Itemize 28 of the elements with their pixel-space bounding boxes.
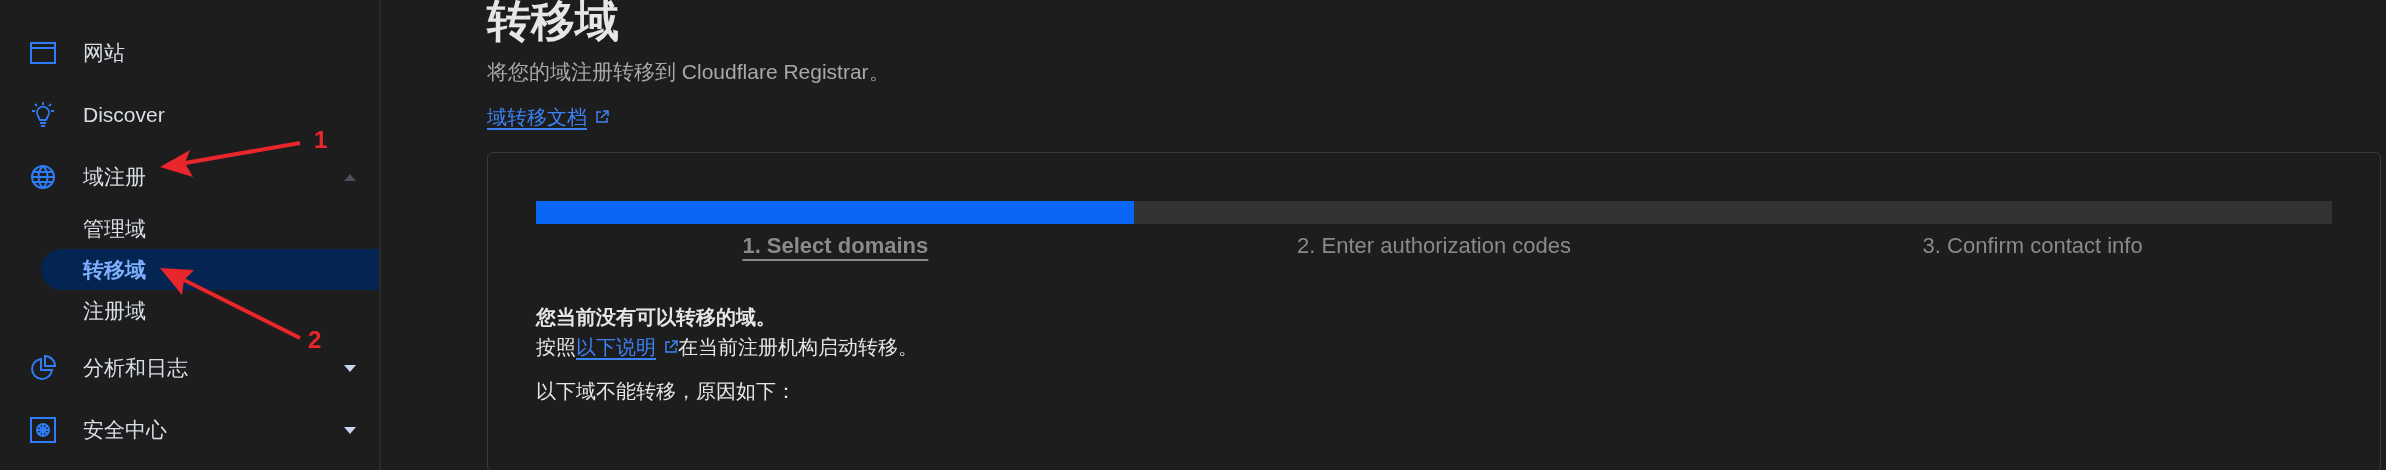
sidebar-subitem[interactable]: 注册域 (41, 290, 379, 331)
instruction-text: 在当前注册机构启动转移。 (678, 334, 918, 360)
sidebar-item[interactable]: 网站 (83, 41, 125, 65)
sidebar-item[interactable]: 安全中心 (83, 418, 167, 442)
expand-caret-icon[interactable] (343, 426, 357, 434)
sidebar-item[interactable]: 分析和日志 (83, 356, 188, 380)
sidebar-subitem[interactable]: 转移域 (41, 249, 379, 290)
notice-text: 您当前没有可以转移的域。 (536, 304, 776, 330)
reasons-heading: 以下域不能转移，原因如下： (536, 378, 796, 404)
annotation-number: 1 (314, 128, 328, 152)
globe-icon (30, 164, 56, 190)
wizard-step[interactable]: 1. Select domains (742, 225, 929, 266)
wizard-step[interactable]: 3. Confirm contact info (1922, 225, 2143, 266)
docs-link[interactable]: 域转移文档 (487, 101, 587, 132)
pie-chart-icon (30, 355, 56, 381)
browser-window-icon (30, 42, 56, 64)
sidebar-subitem[interactable]: 管理域 (41, 208, 379, 249)
page-subtitle: 将您的域注册转移到 Cloudflare Registrar。 (487, 59, 890, 85)
annotation-number: 2 (308, 328, 322, 352)
external-link-icon (664, 339, 678, 354)
sidebar-item[interactable]: Discover (83, 103, 165, 127)
instructions-link[interactable]: 以下说明 (576, 331, 656, 362)
expand-caret-icon[interactable] (343, 364, 357, 372)
external-link-icon (595, 109, 609, 124)
instruction-text: 按照 (536, 334, 576, 360)
shield-icon (30, 417, 56, 443)
wizard-step[interactable]: 2. Enter authorization codes (1297, 225, 1571, 266)
sidebar-item[interactable]: 域注册 (83, 165, 146, 189)
